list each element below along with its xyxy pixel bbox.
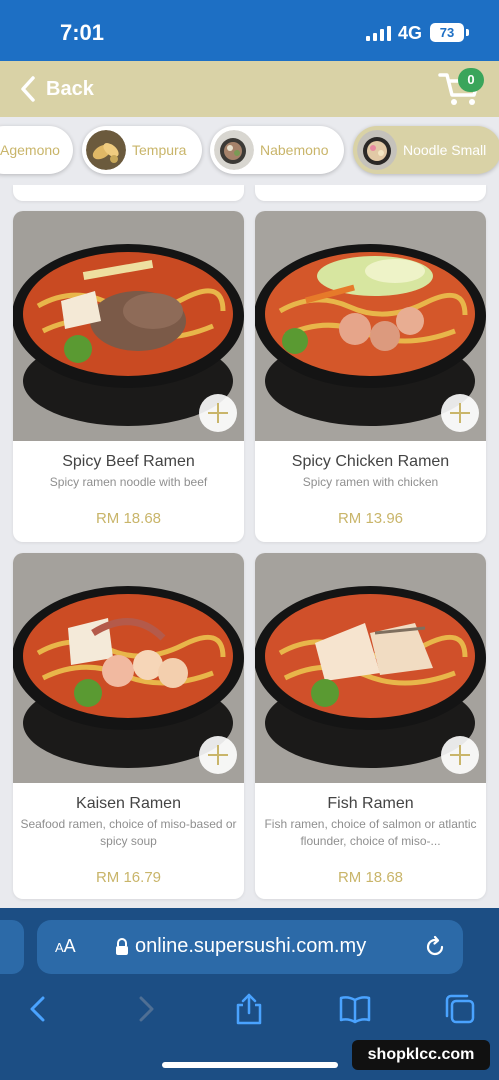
nabemono-thumbnail xyxy=(214,130,254,170)
menu-item-card[interactable]: Spicy Beef Ramen Spicy ramen noodle with… xyxy=(13,211,244,542)
share-icon[interactable] xyxy=(232,992,266,1026)
item-description: Spicy ramen with chicken xyxy=(302,475,439,489)
back-button[interactable]: Back xyxy=(20,73,94,105)
item-description: Spicy ramen noodle with beef xyxy=(49,475,208,489)
tab-nabemono[interactable]: Nabemono xyxy=(210,126,344,174)
item-name: Kaisen Ramen xyxy=(76,795,181,812)
add-icon[interactable] xyxy=(441,394,479,432)
item-name: Fish Ramen xyxy=(327,795,414,812)
menu-item-card[interactable]: Spicy Chicken Ramen Spicy ramen with chi… xyxy=(255,211,486,542)
back-label: Back xyxy=(46,77,94,100)
back-arrow-icon[interactable] xyxy=(22,992,56,1026)
tab-label: Nabemono xyxy=(260,142,329,158)
add-icon[interactable] xyxy=(199,394,237,432)
cart-count-badge: 0 xyxy=(458,68,484,92)
network-label: 4G xyxy=(398,23,423,43)
item-description: Fish ramen, choice of salmon or atlantic… xyxy=(264,817,477,848)
item-name: Spicy Chicken Ramen xyxy=(291,453,450,470)
item-price: RM 18.68 xyxy=(337,869,404,886)
item-price: RM 13.96 xyxy=(337,510,404,527)
tab-noodle-small[interactable]: Noodle Small xyxy=(353,126,499,174)
item-price: RM 16.79 xyxy=(95,869,162,886)
bookmarks-icon[interactable] xyxy=(338,992,372,1026)
tab-label: Agemono xyxy=(0,142,60,158)
app-header: Back xyxy=(0,61,499,117)
add-icon[interactable] xyxy=(199,736,237,774)
item-name: Spicy Beef Ramen xyxy=(62,453,195,470)
address-bar[interactable]: AA online.supersushi.com.my xyxy=(37,920,463,974)
tempura-thumbnail xyxy=(86,130,126,170)
battery-indicator: 73 xyxy=(430,23,464,42)
text-size-button[interactable]: AA xyxy=(55,936,76,957)
status-bar: 7:01 4G 73 xyxy=(0,0,499,61)
lock-icon xyxy=(116,938,128,955)
battery-tip xyxy=(466,29,469,36)
tabs-icon[interactable] xyxy=(443,992,477,1026)
previous-card-bottom xyxy=(255,185,486,201)
url-text: online.supersushi.com.my xyxy=(135,935,367,957)
item-description: Seafood ramen, choice of miso-based or s… xyxy=(20,817,237,848)
item-price: RM 18.68 xyxy=(95,510,162,527)
tab-label: Noodle Small xyxy=(403,142,487,158)
add-icon[interactable] xyxy=(441,736,479,774)
menu-item-card[interactable]: Fish Ramen Fish ramen, choice of salmon … xyxy=(255,553,486,899)
previous-card-bottom xyxy=(13,185,244,201)
menu-grid: Spicy Beef Ramen Spicy ramen noodle with… xyxy=(0,185,499,908)
previous-tab-pill[interactable] xyxy=(0,920,24,974)
home-indicator xyxy=(162,1062,338,1068)
tab-label: Tempura xyxy=(132,142,187,158)
tab-agemono[interactable]: Agemono xyxy=(0,126,73,174)
tab-tempura[interactable]: Tempura xyxy=(82,126,202,174)
reload-icon[interactable] xyxy=(423,935,447,959)
watermark: shopklcc.com xyxy=(352,1040,490,1070)
status-time: 7:01 xyxy=(60,20,105,45)
menu-item-card[interactable]: Kaisen Ramen Seafood ramen, choice of mi… xyxy=(13,553,244,899)
forward-arrow-icon[interactable] xyxy=(128,992,162,1026)
noodle-small-thumbnail xyxy=(357,130,397,170)
back-chevron-icon xyxy=(21,76,35,102)
text-size-small-glyph: A xyxy=(55,940,64,955)
category-tabs: Agemono Tempura Nabemono Noodle Small xyxy=(0,117,499,185)
signal-icon xyxy=(366,26,391,41)
